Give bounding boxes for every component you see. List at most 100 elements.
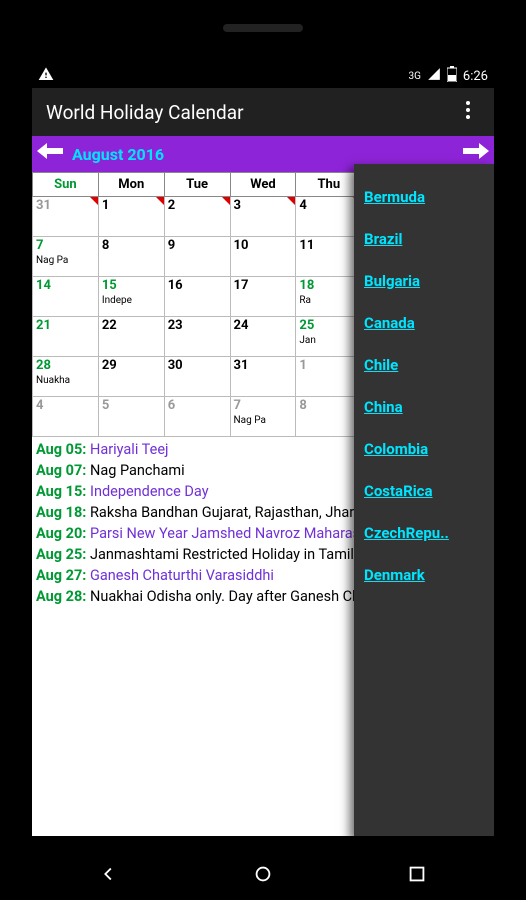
calendar-cell[interactable]: 23 xyxy=(164,317,230,357)
event-date: Aug 15: xyxy=(36,483,90,500)
day-number: 11 xyxy=(299,238,314,253)
day-number: 5 xyxy=(102,398,109,413)
day-number: 4 xyxy=(36,398,43,413)
calendar-cell[interactable]: 10 xyxy=(230,237,296,277)
day-number: 18 xyxy=(299,278,314,293)
day-number: 7 xyxy=(234,398,241,413)
day-event-label: Nag Pa xyxy=(234,415,293,426)
battery-icon xyxy=(447,66,457,86)
calendar-cell[interactable]: 7 Nag Pa xyxy=(230,397,296,437)
calendar-cell[interactable]: 24 xyxy=(230,317,296,357)
country-item[interactable]: Brazil xyxy=(364,218,484,260)
prev-month-button[interactable] xyxy=(36,141,64,167)
country-item[interactable]: CzechRepu.. xyxy=(364,512,484,554)
calendar-cell[interactable]: 21 xyxy=(33,317,99,357)
day-number: 8 xyxy=(299,398,306,413)
day-number: 8 xyxy=(102,238,109,253)
calendar-cell[interactable]: 8 xyxy=(296,397,362,437)
day-number: 30 xyxy=(168,358,183,373)
warning-icon xyxy=(38,66,54,86)
calendar-cell[interactable]: 4 xyxy=(33,397,99,437)
country-dropdown[interactable]: BermudaBrazilBulgariaCanadaChileChinaCol… xyxy=(354,164,494,836)
day-number: 3 xyxy=(234,198,241,213)
calendar-cell[interactable]: 28Nuakha xyxy=(33,357,99,397)
calendar-cell[interactable]: 6 xyxy=(164,397,230,437)
calendar-cell[interactable]: 7Nag Pa xyxy=(33,237,99,277)
overflow-menu-icon[interactable] xyxy=(456,101,480,124)
calendar-cell[interactable]: 1 xyxy=(296,357,362,397)
calendar-cell[interactable]: 8 xyxy=(98,237,164,277)
day-number: 22 xyxy=(102,318,117,333)
app-title: World Holiday Calendar xyxy=(46,101,244,124)
event-description: Raksha Bandhan Gujarat, Rajasthan, Jhark… xyxy=(90,504,396,521)
calendar-cell[interactable]: 15 Indepe xyxy=(98,277,164,317)
day-number: 17 xyxy=(234,278,249,293)
day-number: 29 xyxy=(102,358,117,373)
country-item[interactable]: Denmark xyxy=(364,554,484,596)
day-number: 31 xyxy=(234,358,249,373)
calendar-cell[interactable]: 30 xyxy=(164,357,230,397)
calendar-cell[interactable]: 31 xyxy=(230,357,296,397)
day-number: 16 xyxy=(168,278,183,293)
calendar-cell[interactable]: 9 xyxy=(164,237,230,277)
country-item[interactable]: CostaRica xyxy=(364,470,484,512)
day-number: 4 xyxy=(299,198,306,213)
calendar-cell[interactable]: 4 xyxy=(296,197,362,237)
event-date: Aug 05: xyxy=(36,441,90,458)
event-description: Nag Panchami xyxy=(90,462,185,479)
day-event-label: Jan xyxy=(299,335,358,346)
calendar-cell[interactable]: 3 xyxy=(230,197,296,237)
status-bar: 3G 6:26 xyxy=(32,64,494,88)
country-item[interactable]: China xyxy=(364,386,484,428)
day-header: Tue xyxy=(164,173,230,197)
calendar-cell[interactable]: 25 Jan xyxy=(296,317,362,357)
country-item[interactable]: Chile xyxy=(364,344,484,386)
calendar-cell[interactable]: 17 xyxy=(230,277,296,317)
day-number: 15 xyxy=(102,278,117,293)
event-date: Aug 07: xyxy=(36,462,90,479)
calendar-cell[interactable]: 14 xyxy=(33,277,99,317)
clock-text: 6:26 xyxy=(463,69,488,84)
event-description: Hariyali Teej xyxy=(90,441,168,458)
day-number: 6 xyxy=(168,398,175,413)
country-item[interactable]: Bulgaria xyxy=(364,260,484,302)
calendar-cell[interactable]: 1 xyxy=(98,197,164,237)
day-number: 7 xyxy=(36,238,43,253)
day-event-label: Indepe xyxy=(102,295,161,306)
event-date: Aug 25: xyxy=(36,546,90,563)
calendar-cell[interactable]: 16 xyxy=(164,277,230,317)
day-number: 24 xyxy=(234,318,249,333)
day-header: Sun xyxy=(33,173,99,197)
day-number: 14 xyxy=(36,278,51,293)
event-description: Independence Day xyxy=(90,483,209,500)
calendar-cell[interactable]: 18 Ra xyxy=(296,277,362,317)
month-title: August 2016 xyxy=(64,145,462,164)
event-date: Aug 20: xyxy=(36,525,90,542)
back-button[interactable] xyxy=(98,863,120,889)
country-item[interactable]: Canada xyxy=(364,302,484,344)
day-number: 10 xyxy=(234,238,249,253)
day-number: 2 xyxy=(168,198,175,213)
calendar-cell[interactable]: 31 xyxy=(33,197,99,237)
home-button[interactable] xyxy=(252,863,274,889)
event-date: Aug 18: xyxy=(36,504,90,521)
calendar-cell[interactable]: 22 xyxy=(98,317,164,357)
calendar-cell[interactable]: 11 xyxy=(296,237,362,277)
day-header: Mon xyxy=(98,173,164,197)
recent-button[interactable] xyxy=(406,863,428,889)
event-date: Aug 28: xyxy=(36,588,90,605)
event-description: Ganesh Chaturthi Varasiddhi xyxy=(90,567,274,584)
day-header: Wed xyxy=(230,173,296,197)
day-event-label: Ra xyxy=(299,295,358,306)
day-number: 25 xyxy=(299,318,314,333)
country-item[interactable]: Bermuda xyxy=(364,176,484,218)
calendar-cell[interactable]: 2 xyxy=(164,197,230,237)
day-number: 1 xyxy=(299,358,306,373)
android-navbar xyxy=(32,852,494,900)
day-number: 21 xyxy=(36,318,51,333)
calendar-cell[interactable]: 29 xyxy=(98,357,164,397)
day-number: 23 xyxy=(168,318,183,333)
calendar-cell[interactable]: 5 xyxy=(98,397,164,437)
country-item[interactable]: Colombia xyxy=(364,428,484,470)
day-number: 31 xyxy=(36,198,51,213)
